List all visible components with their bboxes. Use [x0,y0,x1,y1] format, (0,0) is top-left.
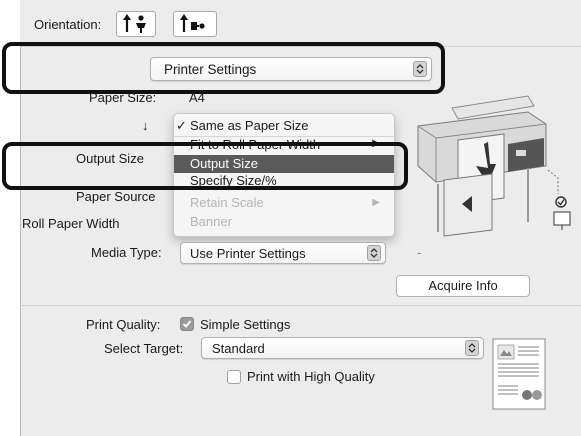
submenu-arrow-icon: ▶ [372,197,380,208]
section-divider [20,305,581,306]
menu-item-retain-scale: Retain Scale ▶ [174,194,394,212]
select-target-value: Standard [212,341,265,356]
media-type-popup[interactable]: Use Printer Settings [180,242,386,264]
checkmark-icon [182,320,192,328]
high-quality-label: Print with High Quality [247,369,375,384]
roll-paper-width-label: Roll Paper Width [22,216,120,231]
menu-item-same-as-paper-size[interactable]: ✓ Same as Paper Size [174,117,394,135]
menu-item-label: Same as Paper Size [190,118,309,133]
paper-source-label: Paper Source [76,189,156,204]
popup-stepper-icon [465,340,479,356]
landscape-orientation-icon [180,14,205,32]
media-type-dash: - [417,245,422,260]
media-type-value: Use Printer Settings [190,246,306,261]
paper-size-value: A4 [189,90,205,105]
orientation-strip [20,0,581,47]
menu-item-label: Retain Scale [190,195,264,210]
orientation-portrait-button[interactable] [116,11,156,37]
checkmark-icon: ✓ [176,118,187,133]
simple-settings-label: Simple Settings [200,317,291,332]
orientation-label: Orientation: [34,17,102,32]
popup-stepper-icon [367,245,381,261]
print-quality-label: Print Quality: [86,317,161,332]
high-quality-checkbox[interactable] [227,370,241,384]
portrait-orientation-icon [123,14,146,33]
printer-illustration-icon [417,95,571,237]
menu-item-banner: Banner [174,213,394,231]
output-size-highlight [2,142,408,190]
down-arrow-icon: ↓ [142,118,149,133]
acquire-info-button[interactable]: Acquire Info [396,275,530,297]
document-preview-icon [492,338,546,410]
settings-popup-highlight [2,42,445,94]
menu-item-label: Banner [190,214,232,229]
select-target-label: Select Target: [104,341,184,356]
acquire-info-label: Acquire Info [428,278,498,293]
simple-settings-checkbox[interactable] [180,317,194,331]
select-target-popup[interactable]: Standard [201,337,484,359]
media-type-label: Media Type: [91,245,162,260]
paper-size-label: Paper Size: [89,90,157,105]
orientation-landscape-button[interactable] [173,11,217,37]
